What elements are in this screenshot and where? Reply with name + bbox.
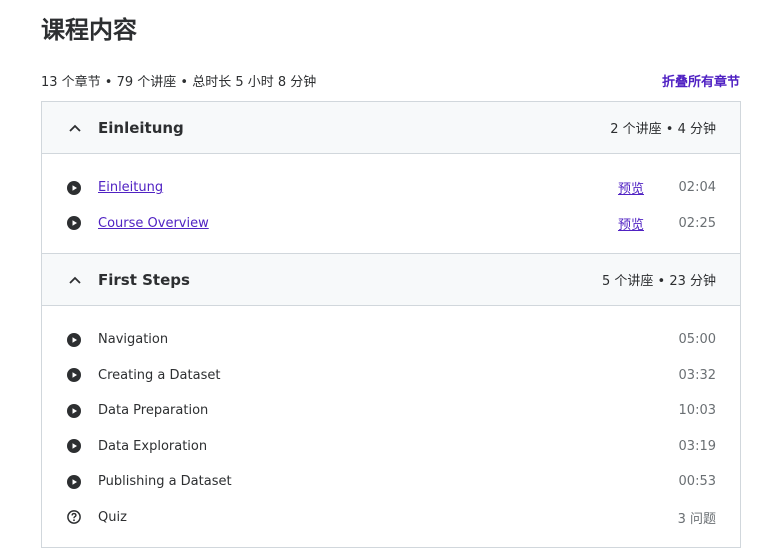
preview-link[interactable]: 预览: [618, 214, 644, 233]
section-header-einleitung[interactable]: Einleitung 2 个讲座 • 4 分钟: [42, 102, 740, 154]
preview-link[interactable]: 预览: [618, 178, 644, 197]
curriculum-summary: 13 个章节 • 79 个讲座 • 总时长 5 小时 8 分钟: [41, 74, 317, 90]
lecture-duration: 03:19: [678, 438, 716, 454]
lecture-item: Navigation 05:00: [42, 322, 740, 358]
lecture-item: Publishing a Dataset 00:53: [42, 464, 740, 500]
question-circle-icon: [67, 510, 81, 525]
section-title: Einleitung: [98, 118, 184, 137]
chevron-up-icon: [68, 273, 82, 287]
section-meta: 2 个讲座 • 4 分钟: [610, 122, 716, 137]
lecture-duration: 10:03: [678, 403, 716, 419]
lecture-title-link[interactable]: Course Overview: [98, 216, 618, 231]
section-title: First Steps: [98, 270, 190, 289]
lecture-duration: 02:04: [678, 180, 716, 196]
lecture-title: Navigation: [98, 332, 169, 348]
collapse-all-sections-button[interactable]: 折叠所有章节: [662, 71, 740, 90]
lecture-duration: 02:25: [678, 215, 716, 231]
lecture-item: Data Preparation 10:03: [42, 393, 740, 429]
lecture-title: Data Preparation: [98, 403, 209, 419]
curriculum-accordion: Einleitung 2 个讲座 • 4 分钟 Einleitung 预览 02…: [41, 101, 741, 548]
curriculum-summary-row: 13 个章节 • 79 个讲座 • 总时长 5 小时 8 分钟 折叠所有章节: [41, 70, 740, 90]
quiz-title: Quiz: [98, 509, 127, 525]
play-circle-icon: [67, 474, 81, 489]
lecture-title-link[interactable]: Einleitung: [98, 180, 618, 195]
page-title: 课程内容: [41, 16, 137, 44]
play-circle-icon: [67, 216, 81, 231]
lecture-item: Creating a Dataset 03:32: [42, 358, 740, 394]
lecture-duration: 00:53: [678, 474, 716, 490]
lecture-item: Quiz 3 问题: [42, 500, 740, 536]
lecture-item: Einleitung 预览 02:04: [42, 170, 740, 206]
section-body-first-steps: Navigation 05:00 Creating a Dataset 03:3…: [42, 306, 740, 548]
chevron-up-icon: [68, 121, 82, 135]
lecture-title: Data Exploration: [98, 438, 208, 454]
lecture-title: Publishing a Dataset: [98, 474, 232, 490]
lecture-duration: 05:00: [678, 332, 716, 348]
section-body-einleitung: Einleitung 预览 02:04 Course Overview 预览 0…: [42, 154, 740, 254]
section-meta: 5 个讲座 • 23 分钟: [601, 274, 716, 289]
play-circle-icon: [67, 332, 81, 347]
play-circle-icon: [67, 403, 81, 418]
quiz-question-count: 3 问题: [677, 511, 716, 527]
play-circle-icon: [67, 368, 81, 383]
play-circle-icon: [67, 439, 81, 454]
lecture-duration: 03:32: [678, 367, 716, 383]
lecture-item: Course Overview 预览 02:25: [42, 206, 740, 242]
lecture-title: Creating a Dataset: [98, 367, 221, 383]
lecture-item: Data Exploration 03:19: [42, 429, 740, 465]
play-circle-icon: [67, 180, 81, 195]
section-header-first-steps[interactable]: First Steps 5 个讲座 • 23 分钟: [42, 254, 740, 306]
